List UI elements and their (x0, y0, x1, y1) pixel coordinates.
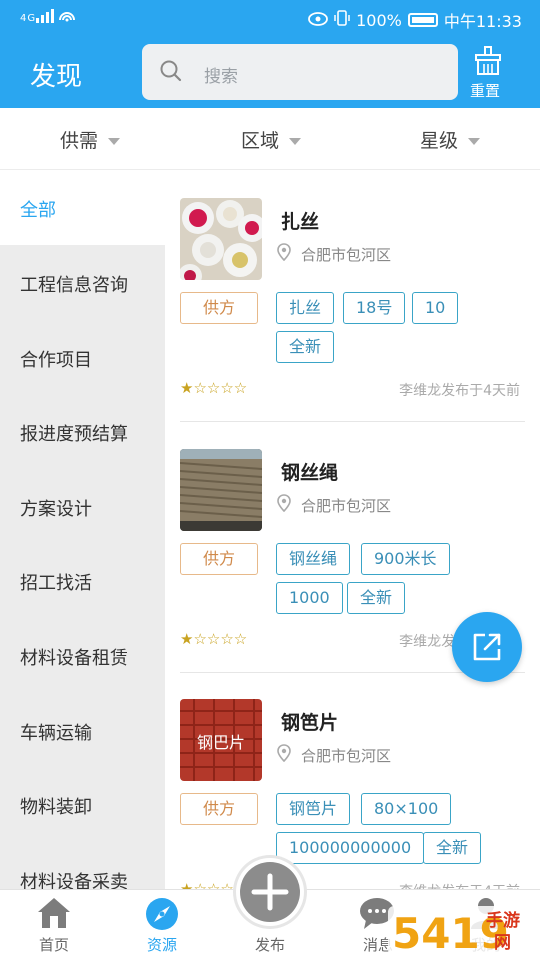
listing-title: 钢笆片 (281, 712, 339, 734)
filter-region[interactable]: 区域 (241, 126, 302, 153)
battery-icon (407, 13, 438, 27)
filter-supply-demand[interactable]: 供需 (60, 126, 121, 153)
tab-label: 资源 (146, 936, 177, 954)
plus-icon (240, 862, 300, 922)
spec-tag: 钢丝绳 (276, 543, 351, 575)
share-icon (471, 631, 503, 667)
svg-text:网: 网 (494, 933, 511, 953)
publish-meta: 李维龙发布于4天前 (399, 881, 520, 889)
product-image (180, 449, 262, 531)
filter-rating[interactable]: 星级 (420, 126, 481, 153)
sidebar-item-rental[interactable]: 材料设备租赁 (0, 619, 165, 693)
location-text: 合肥市包河区 (301, 746, 392, 765)
category-sidebar: 全部 工程信息咨询 合作项目 报进度预结算 方案设计 招工找活 材料设备租赁 车… (0, 171, 165, 893)
rating-stars: ★☆☆☆☆ (180, 379, 248, 397)
reset-button[interactable]: 重置 (466, 44, 510, 100)
sidebar-item-jobs[interactable]: 招工找活 (0, 544, 165, 618)
tab-label: 首页 (38, 936, 69, 954)
sidebar-item-transport[interactable]: 车辆运输 (0, 694, 165, 768)
spec-tag: 10 (412, 292, 459, 324)
tab-resources[interactable]: 资源 (112, 890, 212, 961)
status-right: 100% 中午11:33 (308, 8, 522, 32)
clock: 中午11:33 (443, 12, 522, 31)
location-text: 合肥市包河区 (301, 496, 392, 515)
listing-location: 合肥市包河区 (277, 744, 391, 766)
publish-button[interactable] (236, 858, 304, 926)
page-title: 发现 (30, 62, 83, 92)
rating-stars: ★☆☆☆☆ (180, 630, 248, 648)
location-pin-icon (277, 243, 291, 265)
product-image: 钢巴片 (180, 699, 262, 781)
filter-label: 星级 (420, 130, 459, 152)
vibrate-icon (334, 10, 350, 30)
spec-tag: 全新 (423, 832, 482, 864)
search-input[interactable]: 搜索 (142, 44, 458, 100)
image-caption: 钢巴片 (197, 733, 245, 752)
sidebar-item-loading[interactable]: 物料装卸 (0, 768, 165, 842)
spec-tag: 全新 (276, 331, 335, 363)
svg-text:手游: 手游 (486, 910, 520, 931)
sidebar-item-all[interactable]: 全部 (0, 171, 165, 245)
search-icon (160, 60, 182, 82)
supply-tag: 供方 (180, 543, 258, 575)
share-button[interactable] (452, 612, 522, 682)
caret-down-icon (108, 138, 121, 145)
sidebar-item-cooperation[interactable]: 合作项目 (0, 321, 165, 395)
status-bar: 4G 100% 中午11:33 (0, 0, 540, 36)
listing-list: 扎丝 合肥市包河区 供方 扎丝 18号 10 全新 ★☆☆☆☆ 李维龙发布于4天… (165, 171, 540, 889)
publish-meta: 李维龙发布于4天前 (399, 383, 520, 399)
list-item[interactable]: 扎丝 合肥市包河区 供方 扎丝 18号 10 全新 ★☆☆☆☆ 李维龙发布于4天… (165, 171, 540, 422)
eye-icon (308, 11, 329, 30)
product-image (180, 198, 262, 280)
signal-icon: 4G (20, 8, 80, 29)
spec-tag: 80×100 (361, 793, 452, 825)
spec-tag: 100000000000 (276, 832, 425, 864)
search-placeholder: 搜索 (204, 67, 238, 87)
spec-tag: 1000 (276, 582, 343, 614)
listing-location: 合肥市包河区 (277, 494, 391, 516)
watermark-logo: 5419 手游 网 (388, 900, 538, 958)
sidebar-item-consulting[interactable]: 工程信息咨询 (0, 246, 165, 320)
filter-label: 供需 (60, 130, 99, 152)
location-text: 合肥市包河区 (301, 245, 392, 264)
caret-down-icon (468, 138, 481, 145)
supply-tag: 供方 (180, 292, 258, 324)
list-item[interactable]: 钢巴片 钢笆片 合肥市包河区 供方 钢笆片 80×100 10000000000… (165, 672, 540, 889)
sidebar-item-progress[interactable]: 报进度预结算 (0, 395, 165, 469)
spec-tag: 扎丝 (276, 292, 335, 324)
listing-location: 合肥市包河区 (277, 243, 391, 265)
spec-tag: 钢笆片 (276, 793, 351, 825)
battery-percent: 100% (356, 10, 402, 30)
spec-tag: 全新 (347, 582, 406, 614)
sidebar-item-design[interactable]: 方案设计 (0, 470, 165, 544)
spec-tag: 900米长 (361, 543, 450, 575)
home-icon (36, 896, 72, 934)
supply-tag: 供方 (180, 793, 258, 825)
filter-bar: 供需 区域 星级 (0, 108, 540, 170)
spec-tag: 18号 (343, 292, 406, 324)
caret-down-icon (289, 138, 302, 145)
app-header: 4G 100% 中午11:33 发现 搜索 重置 (0, 0, 540, 108)
location-pin-icon (277, 744, 291, 766)
listing-title: 钢丝绳 (281, 462, 339, 484)
filter-label: 区域 (241, 130, 280, 152)
tab-label: 发布 (254, 936, 285, 954)
location-pin-icon (277, 494, 291, 516)
broom-icon (474, 46, 502, 80)
compass-icon (144, 896, 180, 936)
reset-label: 重置 (470, 82, 501, 100)
listing-title: 扎丝 (281, 211, 320, 233)
tab-home[interactable]: 首页 (4, 890, 104, 961)
network-type: 4G (20, 13, 36, 24)
